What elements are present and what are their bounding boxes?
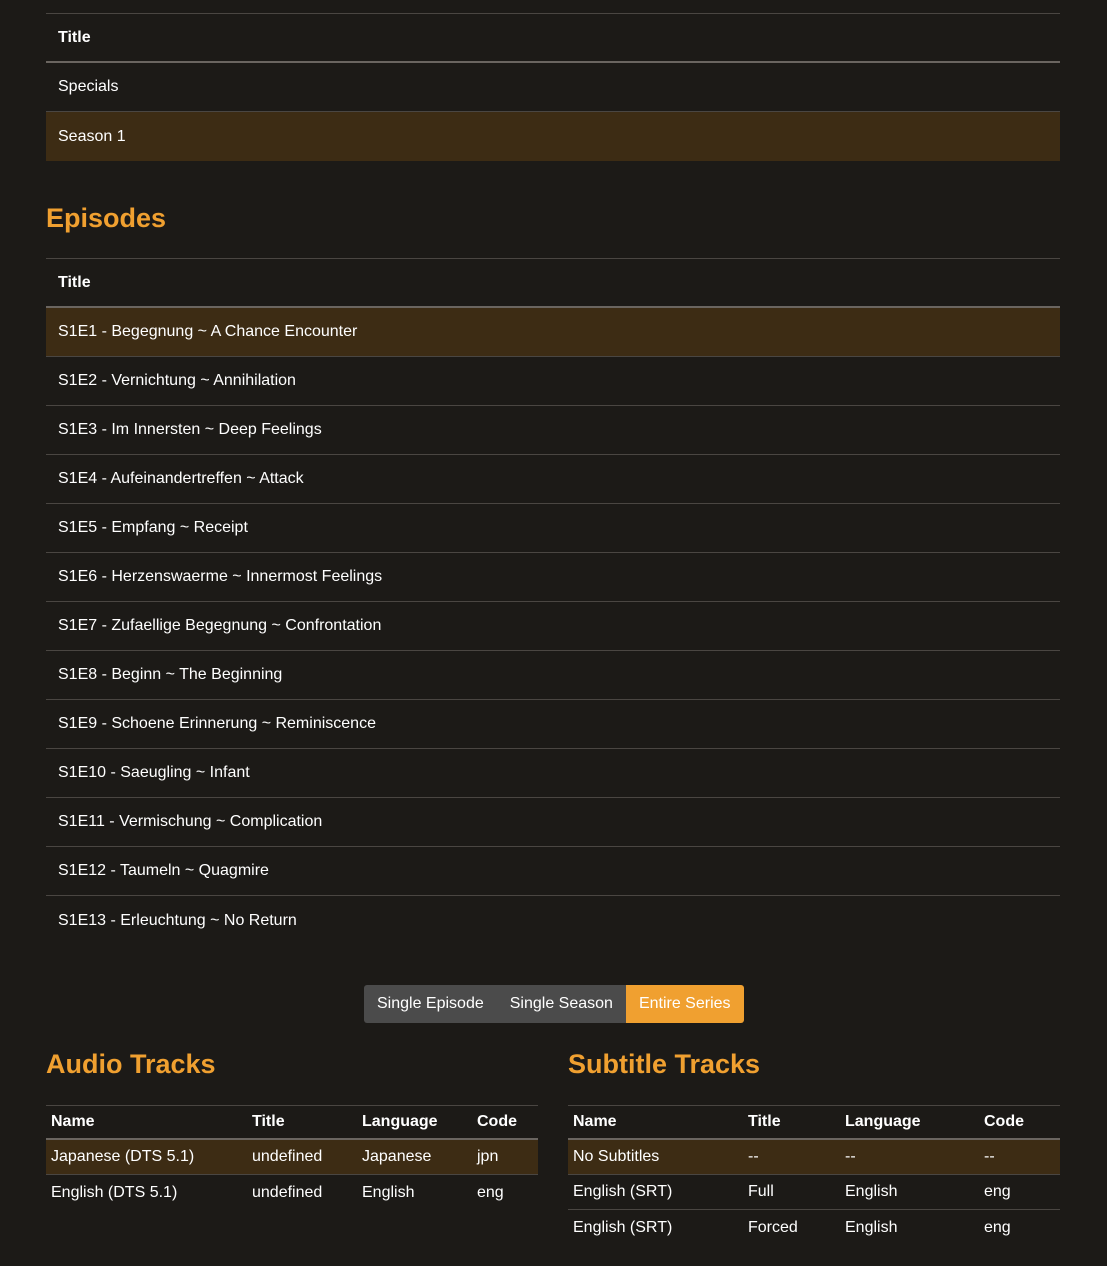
- audio-col-code: Code: [477, 1113, 517, 1130]
- single-season-button[interactable]: Single Season: [496, 985, 626, 1023]
- episode-row[interactable]: S1E9 - Schoene Erinnerung ~ Reminiscence: [46, 700, 1060, 749]
- audio-tracks-title: Audio Tracks: [46, 1049, 216, 1079]
- episode-row[interactable]: S1E8 - Beginn ~ The Beginning: [46, 651, 1060, 700]
- scope-selector: Single Episode Single Season Entire Seri…: [364, 985, 744, 1023]
- episode-row[interactable]: S1E7 - Zufaellige Begegnung ~ Confrontat…: [46, 602, 1060, 651]
- subtitle-tracks-title: Subtitle Tracks: [568, 1049, 761, 1079]
- seasons-table: Title Specials Season 1: [46, 13, 1060, 161]
- subtitle-track-row[interactable]: English (SRT) Forced English eng: [568, 1210, 1060, 1245]
- subtitle-track-title: Full: [748, 1183, 774, 1200]
- entire-series-button[interactable]: Entire Series: [625, 985, 744, 1023]
- subtitle-track-row[interactable]: English (SRT) Full English eng: [568, 1175, 1060, 1210]
- subtitle-tracks-table: Name Title Language Code No Subtitles --…: [568, 1105, 1060, 1245]
- episode-row[interactable]: S1E5 - Empfang ~ Receipt: [46, 504, 1060, 553]
- audio-track-row[interactable]: Japanese (DTS 5.1) undefined Japanese jp…: [46, 1140, 538, 1175]
- episode-row[interactable]: S1E6 - Herzenswaerme ~ Innermost Feeling…: [46, 553, 1060, 602]
- episode-row[interactable]: S1E12 - Taumeln ~ Quagmire: [46, 847, 1060, 896]
- episode-row[interactable]: S1E4 - Aufeinandertreffen ~ Attack: [46, 455, 1060, 504]
- audio-tracks-table: Name Title Language Code Japanese (DTS 5…: [46, 1105, 538, 1210]
- subtitle-col-code: Code: [984, 1113, 1024, 1130]
- audio-track-language: English: [362, 1183, 415, 1201]
- audio-track-language: Japanese: [362, 1148, 432, 1165]
- subtitle-track-code: eng: [984, 1218, 1011, 1236]
- subtitle-col-title: Title: [748, 1113, 781, 1130]
- subtitle-track-title: Forced: [748, 1218, 798, 1236]
- episode-row[interactable]: S1E10 - Saeugling ~ Infant: [46, 749, 1060, 798]
- episode-row[interactable]: S1E1 - Begegnung ~ A Chance Encounter: [46, 308, 1060, 357]
- subtitle-track-language: English: [845, 1218, 898, 1236]
- subtitle-track-name: English (SRT): [573, 1218, 673, 1236]
- episode-row[interactable]: S1E3 - Im Innersten ~ Deep Feelings: [46, 406, 1060, 455]
- subtitle-track-language: --: [845, 1148, 856, 1165]
- audio-track-name: English (DTS 5.1): [51, 1183, 178, 1201]
- subtitle-col-name: Name: [573, 1113, 617, 1130]
- audio-track-title: undefined: [252, 1148, 323, 1165]
- episodes-header: Title: [46, 258, 1060, 308]
- audio-col-language: Language: [362, 1113, 438, 1130]
- episode-row[interactable]: S1E2 - Vernichtung ~ Annihilation: [46, 357, 1060, 406]
- audio-track-title: undefined: [252, 1183, 323, 1201]
- episode-row[interactable]: S1E11 - Vermischung ~ Complication: [46, 798, 1060, 847]
- subtitle-tracks-header: Name Title Language Code: [568, 1105, 1060, 1140]
- single-episode-button[interactable]: Single Episode: [364, 985, 497, 1023]
- episode-row[interactable]: S1E13 - Erleuchtung ~ No Return: [46, 896, 1060, 945]
- episodes-table: Title S1E1 - Begegnung ~ A Chance Encoun…: [46, 258, 1060, 945]
- episodes-title: Episodes: [46, 203, 167, 233]
- subtitle-track-code: --: [984, 1148, 995, 1165]
- audio-track-code: jpn: [477, 1148, 499, 1165]
- audio-track-row[interactable]: English (DTS 5.1) undefined English eng: [46, 1175, 538, 1210]
- subtitle-track-name: English (SRT): [573, 1183, 673, 1200]
- subtitle-track-code: eng: [984, 1183, 1011, 1200]
- audio-col-title: Title: [252, 1113, 285, 1130]
- seasons-header: Title: [46, 13, 1060, 63]
- subtitle-track-name: No Subtitles: [573, 1148, 660, 1165]
- season-row-specials[interactable]: Specials: [46, 63, 1060, 112]
- audio-track-name: Japanese (DTS 5.1): [51, 1148, 195, 1165]
- page: Title Specials Season 1 Episodes Title S…: [0, 0, 1107, 1266]
- subtitle-track-language: English: [845, 1183, 898, 1200]
- audio-track-code: eng: [477, 1183, 504, 1201]
- audio-col-name: Name: [51, 1113, 95, 1130]
- audio-tracks-header: Name Title Language Code: [46, 1105, 538, 1140]
- subtitle-col-language: Language: [845, 1113, 921, 1130]
- subtitle-track-title: --: [748, 1148, 759, 1165]
- subtitle-track-row[interactable]: No Subtitles -- -- --: [568, 1140, 1060, 1175]
- season-row-season-1[interactable]: Season 1: [46, 112, 1060, 161]
